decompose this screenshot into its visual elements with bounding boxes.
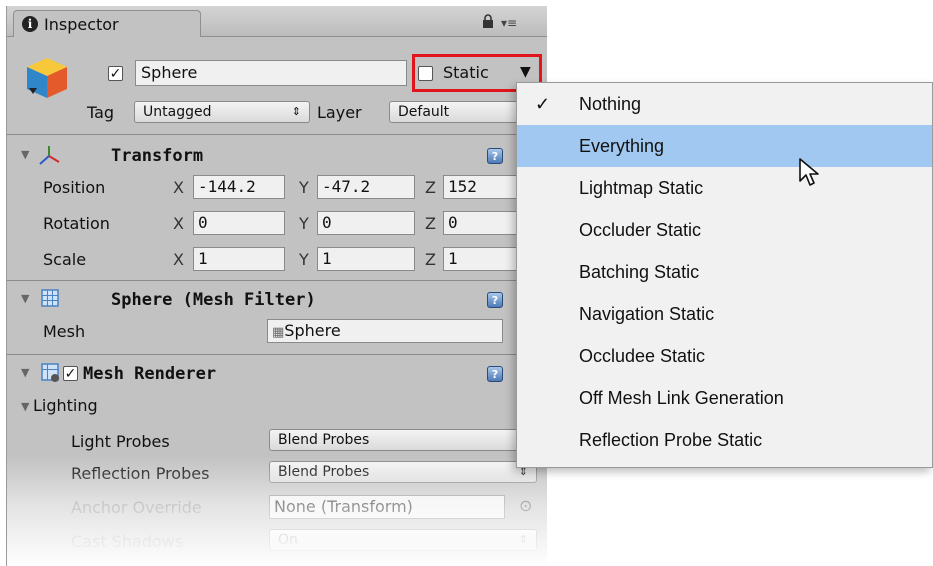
tag-label: Tag [87,103,115,122]
lighting-label[interactable]: Lighting [33,396,98,415]
anchor-override-label: Anchor Override [71,498,202,517]
tag-dropdown[interactable]: Untagged ⇕ [134,101,310,123]
cast-shadows-dropdown[interactable]: On ⇕ [269,529,537,551]
menu-item-label: Off Mesh Link Generation [579,388,784,408]
position-x-field[interactable]: -144.2 [193,175,285,199]
transform-header[interactable]: ▼ Transform ? [7,142,547,172]
transform-title: Transform [111,146,204,166]
active-checkbox[interactable]: ✓ [108,66,123,81]
gameobject-cube-icon [27,58,67,98]
object-name-field[interactable]: Sphere [135,60,407,86]
scale-z-field[interactable]: 1 [443,247,523,271]
lock-icon[interactable] [481,14,495,28]
position-z-field[interactable]: 152 [443,175,523,199]
foldout-arrow-icon[interactable]: ▼ [21,148,29,161]
mesh-filter-icon [41,289,59,307]
position-label: Position [43,178,106,197]
menu-item-nothing[interactable]: ✓ Nothing [517,83,932,125]
axis-x-label: X [173,214,184,233]
tab-menu-icon[interactable]: ▾≡ [501,16,517,30]
mesh-icon: ▦ [272,325,285,340]
section-divider [7,354,547,355]
cast-shadows-label: Cast Shadows [71,532,184,551]
menu-item-label: Occludee Static [579,346,706,366]
menu-item-label: Occluder Static [579,220,702,240]
reflection-probes-value: Blend Probes [278,464,370,480]
scale-x-field[interactable]: 1 [193,247,285,271]
axis-z-label: Z [425,214,436,233]
tab-bar: i Inspector ▾≡ [7,6,547,37]
rotation-z-field[interactable]: 0 [443,211,523,235]
menu-item-label: Everything [579,136,665,156]
scale-y-field[interactable]: 1 [317,247,415,271]
mesh-renderer-enabled-checkbox[interactable]: ✓ [63,366,78,381]
light-probes-value: Blend Probes [278,432,370,448]
static-checkbox[interactable] [418,66,433,81]
popup-arrow-icon: ⇕ [518,533,528,546]
reflection-probes-dropdown[interactable]: Blend Probes ⇕ [269,461,537,483]
menu-item-lightmap-static[interactable]: Lightmap Static [517,167,932,209]
mesh-filter-title: Sphere (Mesh Filter) [111,290,316,310]
foldout-arrow-icon[interactable]: ▼ [21,292,29,305]
info-icon: i [22,16,38,32]
mesh-object-field[interactable]: ▦Sphere [267,319,503,343]
light-probes-label: Light Probes [71,432,170,451]
static-dropdown-arrow-icon[interactable]: ▼ [520,64,531,80]
layer-label: Layer [317,103,362,122]
inspector-tab[interactable]: i Inspector [13,10,201,37]
menu-item-everything[interactable]: Everything [517,125,932,167]
help-icon[interactable]: ? [487,366,503,382]
foldout-arrow-icon[interactable]: ▼ [21,366,29,379]
check-icon: ✓ [535,94,551,114]
popup-arrow-icon: ⇕ [291,105,301,118]
inspector-panel: i Inspector ▾≡ ✓ Sphere Static ▼ Tag Unt… [6,6,547,566]
menu-item-off-mesh-link-generation[interactable]: Off Mesh Link Generation [517,377,932,419]
mesh-value: Sphere [284,321,341,340]
mouse-cursor-icon [799,158,819,186]
section-divider [7,134,547,135]
rotation-label: Rotation [43,214,110,233]
axis-y-label: Y [299,178,309,197]
tag-value: Untagged [143,104,212,120]
object-picker-icon[interactable]: ⊙ [519,496,532,515]
menu-item-label: Lightmap Static [579,178,704,198]
menu-item-label: Nothing [579,94,642,114]
menu-item-label: Reflection Probe Static [579,430,763,450]
menu-item-navigation-static[interactable]: Navigation Static [517,293,932,335]
menu-item-occluder-static[interactable]: Occluder Static [517,209,932,251]
axis-y-label: Y [299,250,309,269]
light-probes-dropdown[interactable]: Blend Probes [269,429,537,451]
menu-item-label: Batching Static [579,262,700,282]
mesh-label: Mesh [43,322,86,341]
mesh-renderer-icon [41,363,59,382]
axis-z-label: Z [425,178,436,197]
anchor-override-field[interactable]: None (Transform) [269,495,505,519]
rotation-y-field[interactable]: 0 [317,211,415,235]
mesh-renderer-header[interactable]: ▼ ✓ Mesh Renderer ? [7,360,547,390]
transform-icon [39,146,60,165]
menu-item-reflection-probe-static[interactable]: Reflection Probe Static [517,419,932,461]
position-y-field[interactable]: -47.2 [317,175,415,199]
menu-item-batching-static[interactable]: Batching Static [517,251,932,293]
axis-z-label: Z [425,250,436,269]
foldout-arrow-icon[interactable]: ▼ [21,400,29,413]
cast-shadows-value: On [278,532,298,548]
menu-item-occludee-static[interactable]: Occludee Static [517,335,932,377]
mesh-renderer-title: Mesh Renderer [83,364,217,384]
help-icon[interactable]: ? [487,292,503,308]
section-divider [7,280,547,281]
reflection-probes-label: Reflection Probes [71,464,210,483]
axis-y-label: Y [299,214,309,233]
axis-x-label: X [173,250,184,269]
axis-x-label: X [173,178,184,197]
scale-label: Scale [43,250,87,269]
help-icon[interactable]: ? [487,148,503,164]
static-label: Static [443,63,489,82]
mesh-filter-header[interactable]: ▼ Sphere (Mesh Filter) ? [7,286,547,316]
tab-label: Inspector [44,14,119,34]
layer-value: Default [398,104,450,120]
menu-item-label: Navigation Static [579,304,715,324]
rotation-x-field[interactable]: 0 [193,211,285,235]
static-flags-menu: ✓ Nothing Everything Lightmap Static Occ… [516,82,933,468]
